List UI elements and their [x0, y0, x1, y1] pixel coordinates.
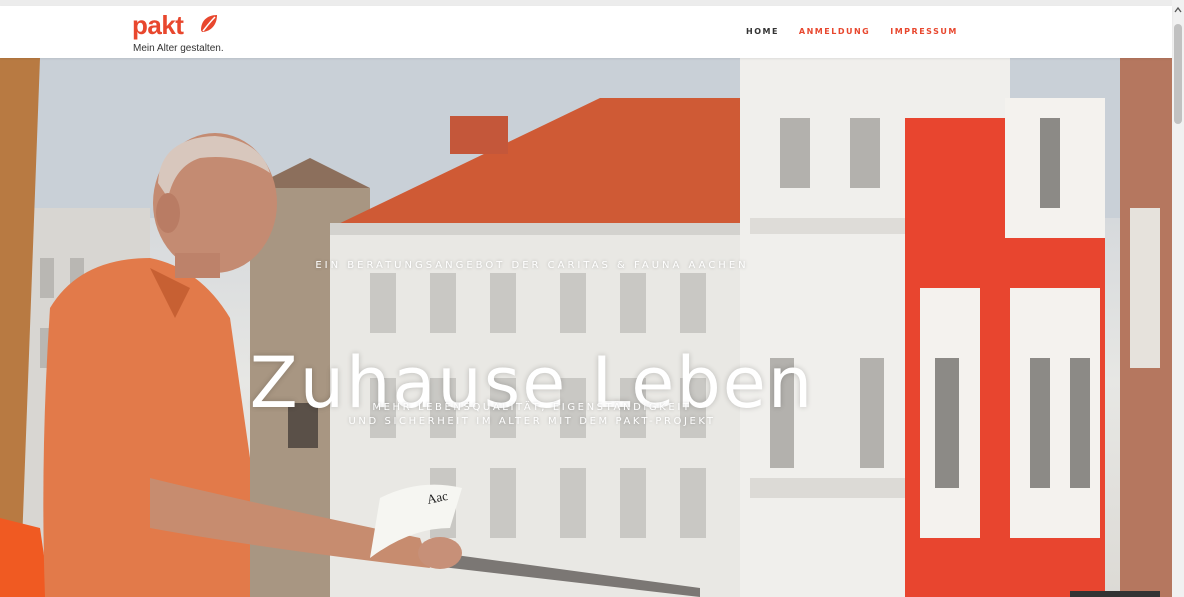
- leaf-icon: [201, 15, 217, 32]
- site-logo[interactable]: pakt Mein Alter gestalten.: [132, 10, 272, 58]
- page-scrollbar[interactable]: [1172, 0, 1184, 597]
- logo-wordmark: pakt: [132, 10, 184, 40]
- hero-description-line-2: UND SICHERHEIT IM ALTER MIT DEM PAKT-PRO…: [348, 416, 716, 427]
- hero-background-image: Aac: [0, 58, 1172, 597]
- site-header: pakt Mein Alter gestalten. HOME ANMELDUN…: [0, 6, 1172, 58]
- nav-anmeldung[interactable]: ANMELDUNG: [799, 27, 870, 36]
- hero-description-line-1: MEHR LEBENSQUALITÄT, EIGENSTÄNDIGKEIT: [372, 402, 692, 413]
- nav-impressum[interactable]: IMPRESSUM: [890, 27, 958, 36]
- logo-tagline: Mein Alter gestalten.: [133, 43, 224, 54]
- hero-description: MEHR LEBENSQUALITÄT, EIGENSTÄNDIGKEIT UN…: [230, 401, 834, 429]
- nav-home[interactable]: HOME: [746, 27, 779, 36]
- cookie-bar-edge[interactable]: [1070, 591, 1160, 597]
- scroll-thumb[interactable]: [1174, 24, 1182, 124]
- main-nav: HOME ANMELDUNG IMPRESSUM: [746, 27, 978, 36]
- chevron-up-icon[interactable]: [1174, 6, 1182, 14]
- hero-section: Aac EIN BERATUNGSANGEBOT DER CARITAS & F…: [0, 58, 1172, 597]
- hero-kicker: EIN BERATUNGSANGEBOT DER CARITAS & FAUNA…: [315, 260, 749, 271]
